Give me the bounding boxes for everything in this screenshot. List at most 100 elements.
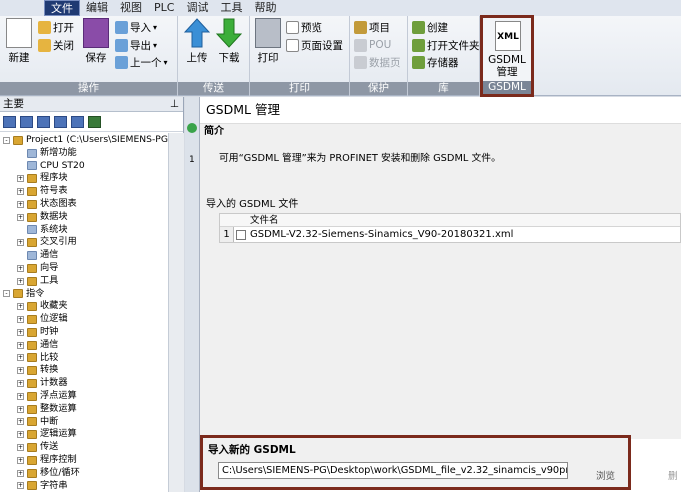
expand-icon[interactable]: +	[17, 367, 24, 375]
tree-item[interactable]: + 向导	[17, 262, 58, 275]
tree-item[interactable]: + 交叉引用	[17, 236, 77, 249]
expand-icon[interactable]: +	[17, 213, 24, 221]
menu-file[interactable]: 文件	[44, 0, 80, 16]
tree-item[interactable]: 新增功能	[17, 147, 77, 160]
gsdml-manage-button[interactable]: GSDML 管理	[483, 54, 531, 78]
tree-item[interactable]: CPU ST20	[17, 160, 85, 173]
expand-icon[interactable]: +	[17, 264, 24, 272]
collapse-icon[interactable]: -	[3, 136, 10, 144]
tree-item[interactable]: + 工具	[17, 275, 58, 288]
delete-button[interactable]: 删	[668, 468, 678, 482]
tree-item[interactable]: + 时钟	[17, 326, 58, 339]
item-icon	[27, 161, 37, 171]
tree-scrollbar[interactable]	[168, 133, 184, 492]
expand-icon[interactable]: +	[17, 277, 24, 285]
expand-icon[interactable]: +	[17, 316, 24, 324]
library-open-folder-button[interactable]: 打开文件夹	[412, 37, 480, 53]
library-create-button[interactable]: 创建	[412, 19, 448, 35]
tree-item[interactable]: 通信	[17, 249, 58, 262]
tree-item[interactable]: + 状态图表	[17, 198, 77, 211]
upload-button[interactable]: 上传	[183, 18, 211, 65]
folder-icon	[27, 353, 37, 363]
save-button[interactable]: 保存	[83, 18, 109, 65]
close-button[interactable]: 关闭	[38, 37, 74, 53]
expand-icon[interactable]: +	[17, 482, 24, 490]
library-storage-button[interactable]: 存储器	[412, 54, 459, 70]
expand-icon[interactable]: +	[17, 354, 24, 362]
expand-icon[interactable]: +	[17, 456, 24, 464]
import-icon	[115, 20, 128, 34]
protect-project-button[interactable]: 项目	[354, 19, 390, 35]
new-label: 新建	[8, 52, 30, 64]
expand-icon[interactable]: +	[17, 328, 24, 336]
tree-item[interactable]: - Project1 (C:\Users\SIEMENS-PG\D	[3, 134, 178, 147]
menu-debug[interactable]: 调试	[180, 0, 214, 16]
expand-icon[interactable]: +	[17, 418, 24, 426]
tree-item[interactable]: + 比较	[17, 352, 58, 365]
open-button[interactable]: 打开	[38, 19, 74, 35]
previous-button[interactable]: 上一个 ▾	[115, 54, 168, 70]
menu-view[interactable]: 视图	[114, 0, 148, 16]
gsdml-button-line1: GSDML	[488, 54, 526, 66]
tree-item[interactable]: + 中断	[17, 416, 58, 429]
expand-icon[interactable]: +	[17, 239, 24, 247]
tree-item[interactable]: + 通信	[17, 339, 58, 352]
tree-item[interactable]: + 整数运算	[17, 403, 77, 416]
monitor-icon[interactable]	[88, 115, 101, 128]
symbol-icon[interactable]	[20, 115, 33, 128]
tree-item[interactable]: + 程序块	[17, 172, 68, 185]
menu-tools[interactable]: 工具	[214, 0, 248, 16]
tree-item[interactable]: + 计数器	[17, 377, 68, 390]
view-icon[interactable]	[3, 115, 16, 128]
page-setup-button[interactable]: 页面设置	[286, 37, 343, 53]
gsdml-path-input[interactable]: C:\Users\SIEMENS-PG\Desktop\work\GSDML_f…	[218, 462, 568, 479]
tree-item[interactable]: + 转换	[17, 364, 58, 377]
tree-item[interactable]: + 位逻辑	[17, 313, 68, 326]
expand-icon[interactable]: +	[17, 392, 24, 400]
expand-icon[interactable]: +	[17, 303, 24, 311]
chart-icon[interactable]	[71, 115, 84, 128]
protect-pou-button[interactable]: POU	[354, 37, 391, 53]
table-icon[interactable]	[37, 115, 50, 128]
expand-icon[interactable]: +	[17, 200, 24, 208]
browse-button[interactable]: 浏览	[596, 468, 615, 482]
expand-icon[interactable]: +	[17, 341, 24, 349]
project-lock-icon	[354, 20, 367, 34]
tree-item[interactable]: + 字符串	[17, 480, 68, 492]
export-button[interactable]: 导出 ▾	[115, 37, 157, 53]
menu-plc[interactable]: PLC	[148, 0, 180, 16]
tree-item[interactable]: + 浮点运算	[17, 390, 77, 403]
folder-icon	[27, 302, 37, 312]
import-button[interactable]: 导入 ▾	[115, 19, 157, 35]
download-button[interactable]: 下载	[215, 18, 243, 65]
table-row[interactable]: 1 GSDML-V2.32-Siemens-Sinamics_V90-20180…	[220, 227, 680, 242]
pin-icon[interactable]: ⊥	[170, 97, 179, 112]
preview-button[interactable]: 预览	[286, 19, 322, 35]
tree-item[interactable]: + 程序控制	[17, 454, 77, 467]
tree-item[interactable]: + 传送	[17, 441, 58, 454]
expand-icon[interactable]: +	[17, 380, 24, 388]
protect-data-page-button[interactable]: 数据页	[354, 54, 401, 70]
folder-icon	[13, 289, 23, 299]
print-button[interactable]: 打印	[255, 18, 281, 65]
row-checkbox[interactable]	[236, 229, 246, 240]
tree-item[interactable]: + 符号表	[17, 185, 68, 198]
tree-item[interactable]: + 数据块	[17, 211, 68, 224]
new-button[interactable]: 新建	[6, 18, 32, 65]
tree-item[interactable]: 系统块	[17, 224, 68, 237]
expand-icon[interactable]: +	[17, 405, 24, 413]
tree-item[interactable]: + 移位/循环	[17, 467, 80, 480]
tree-item[interactable]: + 收藏夹	[17, 300, 68, 313]
expand-icon[interactable]: +	[17, 431, 24, 439]
expand-icon[interactable]: +	[17, 188, 24, 196]
expand-icon[interactable]: +	[17, 469, 24, 477]
tree-item[interactable]: - 指令	[3, 288, 44, 301]
expand-icon[interactable]: +	[17, 444, 24, 452]
collapse-icon[interactable]: -	[3, 290, 10, 298]
expand-icon[interactable]: +	[17, 175, 24, 183]
tree-item-label: 中断	[40, 415, 59, 427]
menu-help[interactable]: 帮助	[248, 0, 282, 16]
block-icon[interactable]	[54, 115, 67, 128]
menu-edit[interactable]: 编辑	[80, 0, 114, 16]
tree-item[interactable]: + 逻辑运算	[17, 428, 77, 441]
